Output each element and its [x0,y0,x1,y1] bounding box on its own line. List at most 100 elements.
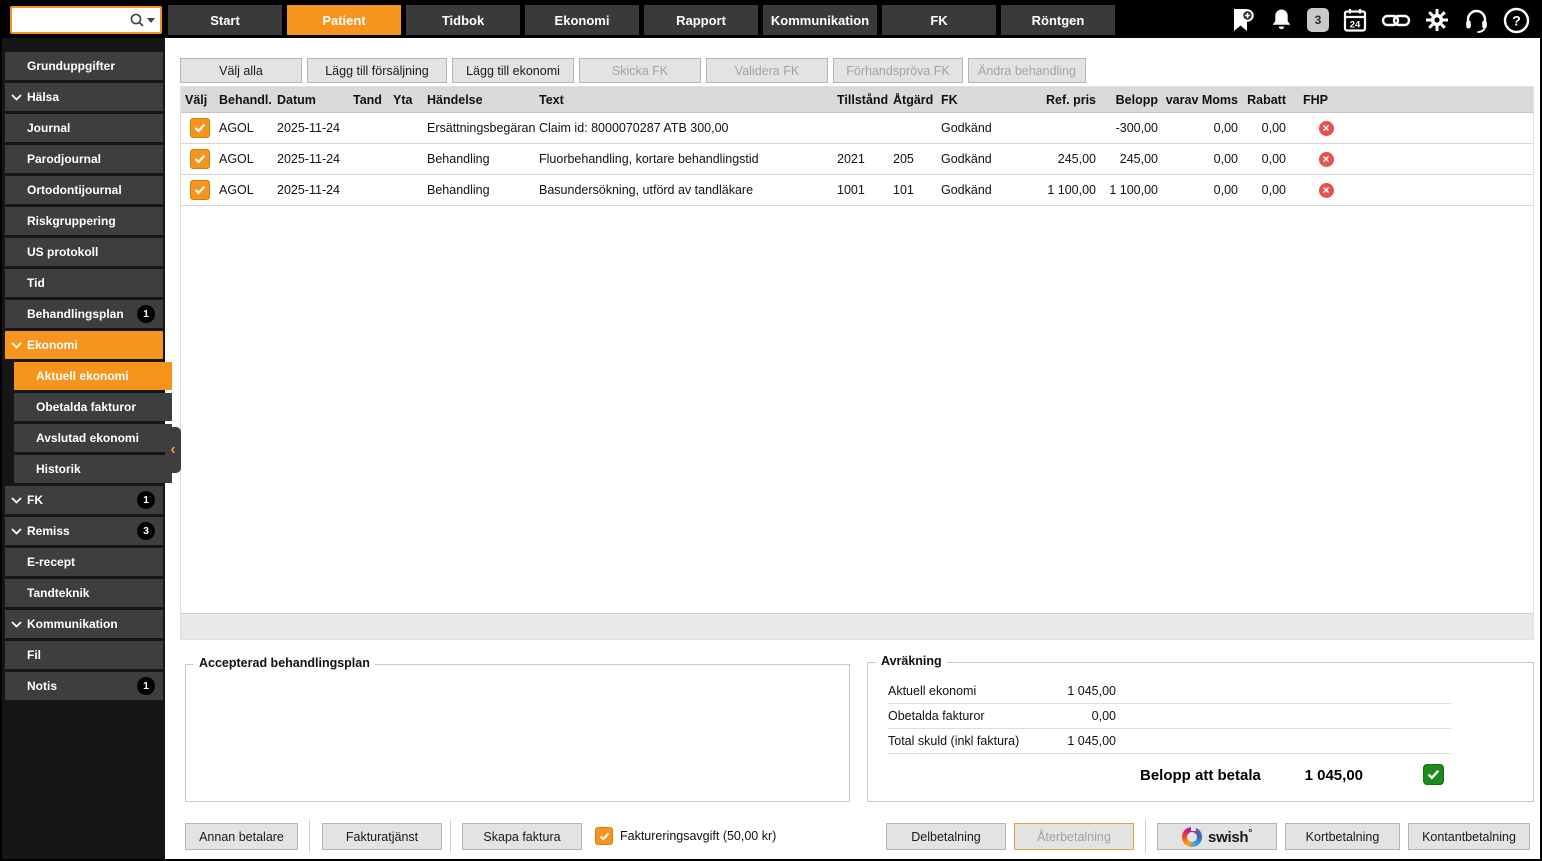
lagg-till-forsaljning-button[interactable]: Lägg till försäljning [307,58,447,83]
sidebar-item-fil[interactable]: Fil [5,641,163,669]
messages-count-badge: 3 [1314,13,1322,27]
action-toolbar: Välj alla Lägg till försäljning Lägg til… [180,58,1086,83]
forhandsprova-fk-button[interactable]: Förhandspröva FK [833,58,963,83]
amount-confirm-checkbox[interactable] [1423,764,1444,785]
sidebar-item-avslutad-ekonomi[interactable]: Avslutad ekonomi [14,424,172,452]
invoice-fee-label: Faktureringsavgift (50,00 kr) [620,829,777,843]
sidebar-item-remiss[interactable]: Remiss 3 [5,517,163,545]
sidebar-item-e-recept[interactable]: E-recept [5,548,163,576]
annan-betalare-button[interactable]: Annan betalare [185,823,298,850]
settlement-row: Aktuell ekonomi 1 045,00 [888,679,1451,704]
sidebar-item-grunduppgifter[interactable]: Grunduppgifter [5,52,163,80]
search-input[interactable] [17,12,129,28]
table-row[interactable]: AGOL 2025-11-24 Behandling Fluorbehandli… [181,144,1533,175]
horizontal-scrollbar[interactable] [181,613,1533,639]
kontantbetalning-button[interactable]: Kontantbetalning [1408,823,1530,850]
notification-badge: 1 [137,491,155,509]
table-empty-area [181,206,1533,613]
sidebar-item-riskgruppering[interactable]: Riskgruppering [5,207,163,235]
table-row[interactable]: AGOL 2025-11-24 Behandling Basundersökni… [181,175,1533,206]
main-tabs: Start Patient Tidbok Ekonomi Rapport Kom… [168,5,1115,35]
sidebar-item-notis[interactable]: Notis 1 [5,672,163,700]
remove-row-icon[interactable] [1318,120,1334,136]
sidebar-item-halsa[interactable]: Hälsa [5,83,163,111]
andra-behandling-button[interactable]: Ändra behandling [968,58,1086,83]
aterbetalning-button[interactable]: Återbetalning [1014,823,1134,850]
notifications-bell-icon[interactable] [1269,7,1294,33]
swish-button[interactable]: swish [1157,823,1277,850]
divider [1145,820,1146,853]
skicka-fk-button[interactable]: Skicka FK [579,58,701,83]
row-checkbox[interactable] [190,118,210,138]
sidebar-item-us-protokoll[interactable]: US protokoll [5,238,163,266]
chevron-down-icon [11,342,22,349]
settlement-panel: Avräkning Aktuell ekonomi 1 045,00 Obeta… [867,654,1534,802]
tab-rontgen[interactable]: Röntgen [1001,5,1115,35]
notification-badge: 1 [137,305,155,323]
divider [309,820,310,853]
fakturatjanst-button[interactable]: Fakturatjänst [322,823,442,850]
sidebar-item-aktuell-ekonomi[interactable]: Aktuell ekonomi [14,362,172,390]
sidebar-item-obetalda-fakturor[interactable]: Obetalda fakturor [14,393,172,421]
swish-logo-icon [1182,824,1203,847]
remove-row-icon[interactable] [1318,182,1334,198]
panel-title: Accepterad behandlingsplan [194,656,375,670]
kortbetalning-button[interactable]: Kortbetalning [1285,823,1400,850]
validera-fk-button[interactable]: Validera FK [706,58,828,83]
messages-icon[interactable]: 3 [1307,8,1329,32]
settings-gear-icon[interactable] [1424,7,1450,33]
amount-to-pay-label: Belopp att betala [1140,767,1261,784]
tab-ekonomi[interactable]: Ekonomi [525,5,639,35]
tab-kommunikation[interactable]: Kommunikation [763,5,877,35]
notification-badge: 1 [137,677,155,695]
sidebar-item-tid[interactable]: Tid [5,269,163,297]
chevron-down-icon [11,497,22,504]
settlement-row: Obetalda fakturor 0,00 [888,704,1451,729]
sidebar-item-behandlingsplan[interactable]: Behandlingsplan 1 [5,300,163,328]
chevron-down-icon [11,528,22,535]
divider [450,820,451,853]
sidebar-item-parodjournal[interactable]: Parodjournal [5,145,163,173]
remove-row-icon[interactable] [1318,151,1334,167]
link-icon[interactable] [1381,7,1411,33]
global-search[interactable] [10,6,162,34]
settlement-row: Total skuld (inkl faktura) 1 045,00 [888,729,1451,754]
search-icon[interactable] [129,12,145,28]
tab-tidbok[interactable]: Tidbok [406,5,520,35]
search-dropdown-icon[interactable] [147,17,155,23]
calendar-icon[interactable]: 24 [1342,7,1368,34]
sidebar: Grunduppgifter Hälsa Journal Parodjourna… [2,38,172,859]
sidebar-item-tandteknik[interactable]: Tandteknik [5,579,163,607]
swish-label: swish [1208,828,1252,846]
delbetalning-button[interactable]: Delbetalning [886,823,1006,850]
tab-fk[interactable]: FK [882,5,996,35]
valj-alla-button[interactable]: Välj alla [180,58,302,83]
table-row[interactable]: AGOL 2025-11-24 Ersättningsbegäran Claim… [181,113,1533,144]
patient-search-icon[interactable] [1230,7,1256,34]
panel-title: Avräkning [876,654,947,668]
lagg-till-ekonomi-button[interactable]: Lägg till ekonomi [452,58,574,83]
sidebar-item-kommunikation[interactable]: Kommunikation [5,610,163,638]
help-icon[interactable]: ? [1503,7,1530,34]
skapa-faktura-button[interactable]: Skapa faktura [462,823,582,850]
support-headset-icon[interactable] [1463,7,1490,34]
row-checkbox[interactable] [190,180,210,200]
sidebar-item-ortodontijournal[interactable]: Ortodontijournal [5,176,163,204]
sidebar-item-historik[interactable]: Historik [14,455,172,483]
economy-table: Välj Behandl. Datum Tand Yta Händelse Te… [180,86,1534,640]
chevron-down-icon [11,94,22,101]
sidebar-collapse-handle[interactable]: ‹ [165,427,181,473]
accepted-treatment-plan-panel: Accepterad behandlingsplan [185,656,850,802]
svg-text:?: ? [1512,12,1521,28]
app-window: Start Patient Tidbok Ekonomi Rapport Kom… [0,0,1542,861]
row-checkbox[interactable] [190,149,210,169]
tab-patient[interactable]: Patient [287,5,401,35]
tab-rapport[interactable]: Rapport [644,5,758,35]
sidebar-item-ekonomi[interactable]: Ekonomi [5,331,163,359]
tab-start[interactable]: Start [168,5,282,35]
notification-badge: 3 [137,522,155,540]
sidebar-item-fk[interactable]: FK 1 [5,486,163,514]
invoice-fee-checkbox[interactable] [595,827,613,845]
sidebar-item-journal[interactable]: Journal [5,114,163,142]
main-content: Välj alla Lägg till försäljning Lägg til… [165,38,1540,859]
